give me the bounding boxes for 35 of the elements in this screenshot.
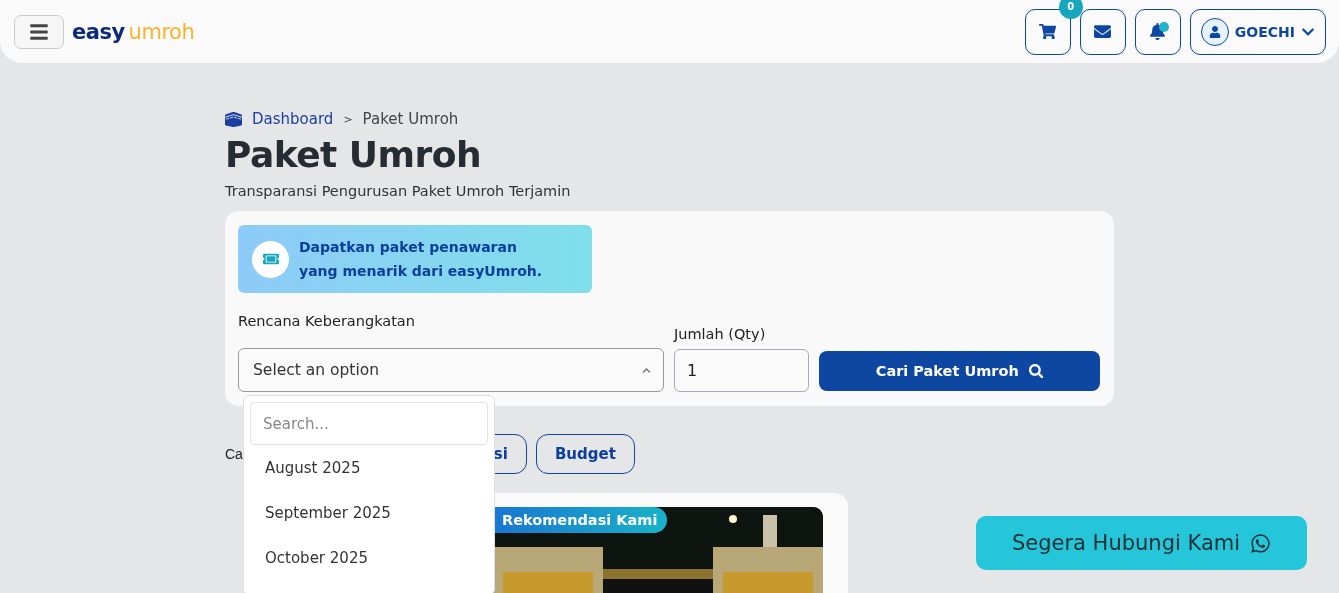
user-icon <box>1200 17 1229 46</box>
envelope-icon <box>1094 23 1112 40</box>
kaaba-icon <box>225 110 242 128</box>
menu-button[interactable] <box>14 14 64 49</box>
breadcrumb-current: Paket Umroh <box>362 110 459 128</box>
chevron-up-icon <box>642 365 651 375</box>
category-button[interactable]: Budget <box>535 434 635 474</box>
category-label: Ca <box>225 446 243 462</box>
dropdown-option[interactable]: September 2025 <box>250 490 488 535</box>
cart-count: 0 <box>1058 0 1083 19</box>
contact-button[interactable]: Segera Hubungi Kami <box>976 516 1307 570</box>
search-icon <box>1028 363 1044 379</box>
breadcrumb-separator: > <box>343 112 353 126</box>
cart-icon <box>1039 23 1057 40</box>
cart-button[interactable] <box>1024 8 1071 55</box>
notification-button[interactable] <box>1134 8 1181 55</box>
qty-field[interactable]: 1 <box>674 349 809 392</box>
ticket-icon <box>252 240 289 278</box>
page-subtitle: Transparansi Pengurusan Paket Umroh Terjamin <box>225 183 572 199</box>
dropdown-option[interactable]: October 2025 <box>250 535 488 580</box>
search-package-button[interactable]: Cari Paket Umroh <box>819 351 1100 391</box>
menu-icon <box>29 21 49 42</box>
departure-select[interactable]: Select an option <box>238 348 664 392</box>
qty-label: Jumlah (Qty) <box>674 326 767 342</box>
logo[interactable]: easy umroh <box>72 19 195 44</box>
mail-button[interactable] <box>1079 8 1126 55</box>
dropdown-option[interactable]: August 2025 <box>250 445 488 490</box>
recommendation-badge: Rekomendasi Kami <box>492 507 668 533</box>
breadcrumb-link[interactable]: Dashboard <box>252 110 334 128</box>
page-title: Paket Umroh <box>225 134 483 175</box>
departure-label: Rencana Keberangkatan <box>238 313 416 329</box>
dropdown-search-field[interactable]: Search... <box>250 402 488 445</box>
user-menu-button[interactable]: GOECHI <box>1189 8 1326 55</box>
promo-text: Dapatkan paket penawaran yang menarik dari easyUmroh. <box>299 238 543 281</box>
whatsapp-icon <box>1250 532 1272 554</box>
